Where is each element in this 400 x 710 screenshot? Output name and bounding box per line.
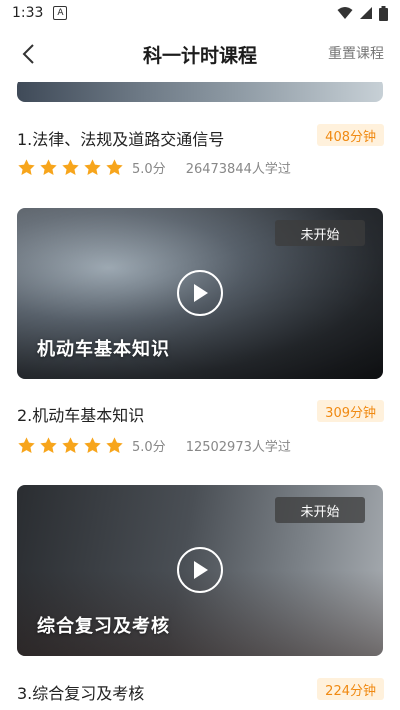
star-icon — [18, 437, 35, 453]
course-3-status-badge: 未开始 — [275, 497, 365, 523]
course-2-meta: 5.0分 12502973人学过 — [17, 436, 291, 455]
play-icon — [194, 284, 208, 302]
course-3-title[interactable]: 3.综合复习及考核 — [17, 680, 144, 704]
a-box-icon: A — [53, 6, 68, 20]
star-icon — [62, 437, 79, 453]
course-2-title[interactable]: 2.机动车基本知识 — [17, 402, 144, 426]
course-2-play-button[interactable] — [177, 270, 223, 316]
reset-course-button[interactable]: 重置课程 — [328, 43, 384, 63]
star-icon — [40, 437, 57, 453]
course-3-play-button[interactable] — [177, 547, 223, 593]
course-2-status-badge: 未开始 — [275, 220, 365, 246]
course-1-rating: 5.0分 — [132, 162, 166, 177]
course-2-caption: 机动车基本知识 — [37, 339, 170, 360]
app-header: 科一计时课程 重置课程 — [0, 26, 400, 82]
course-1-duration-badge: 408分钟 — [317, 124, 384, 146]
signal-icon — [360, 7, 372, 19]
star-icon — [40, 159, 57, 175]
course-1-title[interactable]: 1.法律、法规及道路交通信号 — [17, 126, 224, 150]
star-icon — [106, 159, 123, 175]
course-3-thumbnail[interactable]: 未开始 综合复习及考核 — [17, 485, 383, 656]
course-list[interactable]: 1.法律、法规及道路交通信号 408分钟 5.0分 26473844人学过 未开… — [0, 82, 400, 710]
page-title: 科一计时课程 — [142, 44, 257, 67]
star-icon — [106, 437, 123, 453]
star-icon — [84, 437, 101, 453]
status-time: 1:33 — [12, 5, 44, 21]
course-2-rating: 5.0分 — [132, 440, 166, 455]
star-icon — [84, 159, 101, 175]
course-3-duration-badge: 224分钟 — [317, 678, 384, 700]
course-2-duration-badge: 309分钟 — [317, 400, 384, 422]
course-1-rating-stars — [17, 158, 124, 177]
course-2-learners: 12502973人学过 — [185, 440, 291, 455]
course-1-thumbnail[interactable] — [17, 82, 383, 102]
battery-icon — [379, 5, 388, 21]
course-2-thumbnail[interactable]: 未开始 机动车基本知识 — [17, 208, 383, 379]
play-icon — [194, 561, 208, 579]
status-bar: 1:33 A — [0, 0, 400, 26]
back-button[interactable] — [14, 40, 42, 68]
course-1-learners: 26473844人学过 — [185, 162, 291, 177]
course-2-rating-stars — [17, 436, 124, 455]
star-icon — [18, 159, 35, 175]
wifi-icon — [337, 7, 353, 19]
course-1-meta: 5.0分 26473844人学过 — [17, 158, 291, 177]
chevron-left-icon — [22, 44, 34, 64]
star-icon — [62, 159, 79, 175]
course-3-caption: 综合复习及考核 — [37, 616, 170, 637]
